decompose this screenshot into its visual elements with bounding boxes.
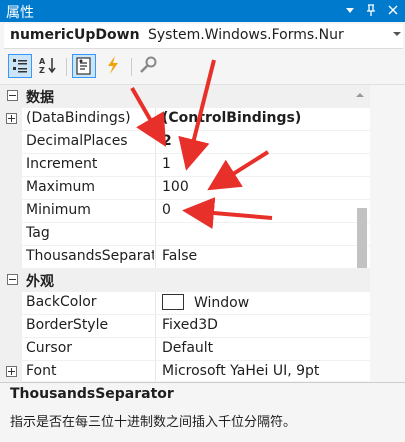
collapse-icon[interactable] [7,274,18,285]
description-title: ThousandsSeparator [10,386,174,402]
color-swatch [162,294,184,310]
scroll-up-arrow-icon[interactable] [355,88,365,98]
property-name: Maximum [26,179,95,195]
property-row-minimum[interactable]: Minimum 0 [0,200,370,223]
alphabetical-icon[interactable]: A Z [37,54,61,78]
svg-text:Z: Z [39,66,45,75]
property-name: ThousandsSeparator [26,248,154,264]
row-gutter [0,338,22,361]
property-row-increment[interactable]: Increment 1 [0,154,370,177]
scrollbar-track[interactable] [370,85,405,381]
property-value[interactable]: 1 [162,156,171,172]
column-divider[interactable] [155,223,156,246]
category-label: 外观 [26,274,54,290]
property-name: Font [26,363,57,379]
property-pages-icon[interactable] [137,54,161,78]
property-row-thousandsseparator[interactable]: ThousandsSeparator False [0,246,370,269]
property-value[interactable]: 2 [162,133,172,149]
property-name: BackColor [26,294,97,310]
property-grid: 数据 (DataBindings) (ControlBindings) Deci… [0,85,370,381]
row-gutter [0,292,22,315]
property-row-databindings[interactable]: (DataBindings) (ControlBindings) [0,108,370,131]
property-row-cursor[interactable]: Cursor Default [0,338,370,361]
property-value[interactable]: Default [162,340,213,356]
column-divider[interactable] [155,200,156,223]
column-divider[interactable] [155,154,156,177]
expand-icon[interactable] [6,366,17,377]
property-toolbar: A Z [0,50,405,85]
property-value[interactable]: (ControlBindings) [162,110,301,126]
property-name: DecimalPlaces [26,133,128,149]
property-row-borderstyle[interactable]: BorderStyle Fixed3D [0,315,370,338]
property-value-backcolor[interactable]: Window [162,294,249,311]
object-selector[interactable]: numericUpDown System.Windows.Forms.Nur [4,24,403,49]
column-divider[interactable] [155,131,156,154]
collapse-icon[interactable] [7,90,18,101]
property-row-backcolor[interactable]: BackColor Window [0,292,370,315]
property-value: Window [194,295,250,311]
window-title: 属性 [6,5,34,21]
property-name: Cursor [26,340,73,356]
categorized-icon[interactable] [8,54,32,78]
category-appearance[interactable]: 外观 [0,269,370,292]
property-value[interactable]: 100 [162,179,189,195]
property-name: (DataBindings) [26,110,131,126]
row-gutter [0,200,22,223]
scrollbar-thumb[interactable] [357,208,367,268]
property-name: BorderStyle [26,317,109,333]
events-icon[interactable] [102,54,126,78]
column-divider[interactable] [155,315,156,338]
row-gutter [0,223,22,246]
column-divider[interactable] [155,177,156,200]
property-value[interactable]: False [162,248,197,264]
category-data[interactable]: 数据 [0,85,370,108]
column-divider[interactable] [155,108,156,131]
row-gutter [0,315,22,338]
property-row-font[interactable]: Font Microsoft YaHei UI, 9pt [0,361,370,381]
close-icon[interactable] [386,2,400,18]
svg-text:A: A [39,57,46,66]
description-text: 指示是否在每三位十进制数之间插入千位分隔符。 [10,415,297,430]
row-gutter [0,154,22,177]
description-panel: ThousandsSeparator 指示是否在每三位十进制数之间插入千位分隔符… [0,382,405,442]
property-row-tag[interactable]: Tag [0,223,370,246]
column-divider[interactable] [155,361,156,381]
row-gutter [0,131,22,154]
window-title-bar: 属性 [0,0,405,22]
toolbar-separator [66,58,67,76]
property-value[interactable]: Fixed3D [162,317,218,333]
property-value[interactable]: 0 [162,202,171,218]
property-value[interactable]: Microsoft YaHei UI, 9pt [162,363,319,379]
column-divider[interactable] [155,246,156,269]
property-name: Tag [26,225,50,241]
row-gutter [0,246,22,269]
properties-icon[interactable] [72,54,96,78]
column-divider[interactable] [155,292,156,315]
toolbar-separator [131,58,132,76]
property-name: Minimum [26,202,91,218]
expand-icon[interactable] [6,113,17,124]
row-gutter [0,177,22,200]
pin-icon[interactable] [364,2,378,18]
property-name: Increment [26,156,98,172]
property-row-maximum[interactable]: Maximum 100 [0,177,370,200]
property-row-decimalplaces[interactable]: DecimalPlaces 2 [0,131,370,154]
chevron-down-icon[interactable] [391,26,403,45]
object-name: numericUpDown [10,27,140,43]
column-divider[interactable] [155,338,156,361]
object-type: System.Windows.Forms.Nur [148,27,344,43]
dropdown-arrow-icon[interactable] [343,2,357,18]
category-label: 数据 [26,90,54,106]
